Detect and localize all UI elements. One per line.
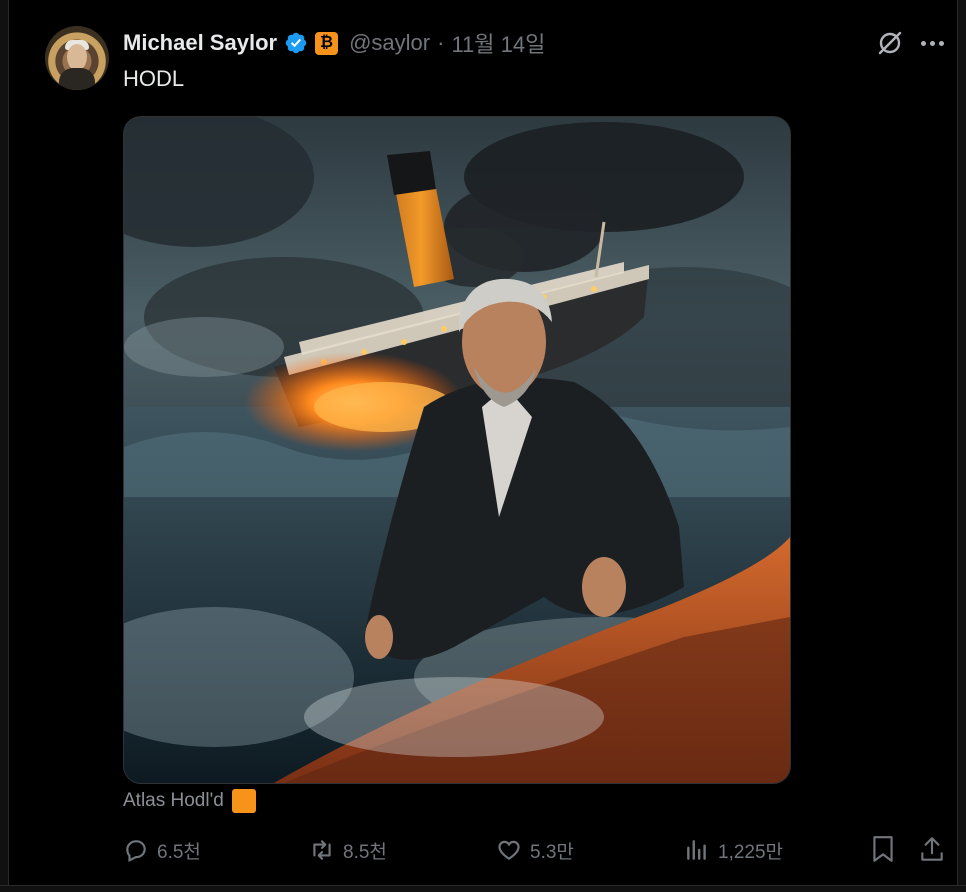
reply-button[interactable]: 6.5천	[123, 834, 201, 866]
caption-text: Atlas Hodl'd	[123, 790, 224, 811]
window-frame-right	[957, 0, 966, 892]
foam	[304, 677, 604, 757]
media-illustration	[124, 117, 790, 783]
avatar-face	[67, 44, 87, 70]
ship-light	[441, 326, 447, 332]
ship-funnel-top	[387, 151, 436, 195]
bookmark-icon[interactable]	[870, 834, 896, 864]
view-count: 1,225만	[718, 841, 784, 863]
more-dot	[929, 40, 935, 46]
views-icon	[687, 840, 706, 860]
like-icon	[498, 840, 520, 860]
share-icon[interactable]	[918, 834, 946, 864]
media-caption: Atlas Hodl'd	[123, 789, 256, 813]
tweet-text: HODL	[123, 66, 185, 91]
more-icon[interactable]	[918, 30, 946, 56]
like-button[interactable]: 5.3만	[496, 834, 574, 866]
views-button[interactable]: 1,225만	[684, 834, 783, 866]
tweet-date[interactable]: 11월 14일	[451, 27, 545, 59]
verified-badge-icon	[285, 32, 307, 54]
cloud-light	[124, 317, 284, 377]
like-count: 5.3만	[530, 841, 574, 863]
retweet-button[interactable]: 8.5천	[309, 834, 387, 866]
bitcoin-badge-icon: ₿	[315, 31, 339, 55]
avatar[interactable]	[45, 26, 109, 90]
retweet-icon	[313, 840, 331, 860]
reply-icon	[126, 840, 146, 863]
tweet-header: Michael Saylor ₿ @saylor · 11월 14일	[123, 28, 545, 58]
more-dot	[920, 40, 926, 46]
tweet-media-image[interactable]	[123, 116, 791, 784]
window-frame-left	[0, 0, 9, 892]
orange-square-emoji	[231, 789, 256, 813]
header-separator: ·	[437, 30, 445, 55]
cloud	[124, 117, 314, 247]
reply-count: 6.5천	[157, 841, 201, 863]
author-handle[interactable]: @saylor	[349, 30, 430, 56]
person-hand	[582, 557, 626, 617]
person-hand	[365, 615, 393, 659]
avatar-suit	[59, 68, 95, 90]
ship-light	[401, 339, 407, 345]
more-dot	[938, 40, 944, 46]
ship-light	[591, 286, 597, 292]
author-name[interactable]: Michael Saylor	[123, 30, 277, 56]
retweet-count: 8.5천	[343, 841, 387, 863]
window-frame-bottom	[0, 885, 966, 892]
grok-icon[interactable]	[876, 29, 904, 57]
